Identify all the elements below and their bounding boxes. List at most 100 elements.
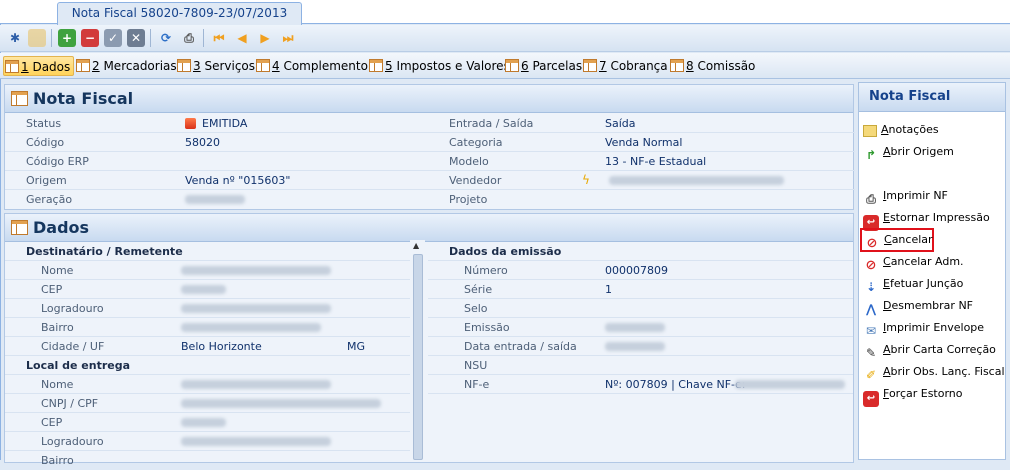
nota-fiscal-header: Nota Fiscal	[5, 85, 853, 113]
redacted-value	[735, 380, 845, 389]
action-abrir-carta-correcao[interactable]: ✎ Abrir Carta Correção	[863, 340, 996, 360]
tab-servicos[interactable]: 3 Serviços	[177, 56, 255, 76]
tab-mercadorias[interactable]: 2 Mercadorias	[76, 56, 177, 76]
first-record-icon[interactable]: ⏮	[210, 29, 228, 47]
scrollbar-thumb[interactable]	[413, 254, 423, 460]
redacted-value	[181, 399, 381, 408]
next-record-icon[interactable]: ▶	[256, 29, 274, 47]
redacted-value	[181, 437, 331, 446]
last-record-icon[interactable]: ⏭	[279, 29, 297, 47]
row-cidade-uf: Cidade / UF Belo Horizonte MG	[5, 337, 410, 356]
row-status: Status EMITIDA Entrada / Saída Saída	[5, 114, 855, 133]
row-codigo-erp: Código ERP Modelo 13 - NF-e Estadual	[5, 152, 855, 171]
cancel-icon[interactable]: ✕	[127, 29, 145, 47]
grid-icon	[76, 59, 90, 72]
previous-record-icon[interactable]: ◀	[233, 29, 251, 47]
row-geracao: Geração Projeto	[26, 193, 488, 206]
new-icon[interactable]: ✱	[6, 29, 24, 47]
redacted-value	[609, 176, 784, 185]
row-data-entrada-saida: Data entrada / saída	[428, 337, 853, 356]
toolbar-separator	[51, 29, 52, 47]
tab-impostos-valores[interactable]: 5 Impostos e Valores	[369, 56, 510, 76]
tab-cobranca[interactable]: 7 Cobrança	[583, 56, 668, 76]
grid-icon	[670, 59, 684, 72]
grid-icon	[5, 60, 19, 73]
grid-icon	[11, 91, 28, 106]
undo-icon: ↩	[863, 391, 879, 407]
pencil-icon: ✎	[865, 346, 877, 360]
redacted-value	[181, 304, 331, 313]
row-cep-entrega: CEP	[5, 413, 410, 432]
split-icon: ⋀	[865, 302, 877, 316]
section-destinatario: Destinatário / Remetente	[5, 242, 410, 261]
document-tab-strip: Nota Fiscal 58020-7809-23/07/2013	[0, 0, 1010, 25]
row-cnpj: CNPJ / CPF	[5, 394, 410, 413]
redacted-value	[185, 195, 245, 204]
add-icon[interactable]: +	[58, 29, 76, 47]
row-nsu: NSU	[428, 356, 853, 375]
row-origem: Origem Venda nº "015603" Vendedor ϟ	[5, 171, 855, 190]
grid-icon	[177, 59, 191, 72]
action-efetuar-juncao[interactable]: ⇣ Efetuar Junção	[863, 274, 963, 294]
redacted-value	[181, 266, 331, 275]
redacted-value	[181, 380, 331, 389]
section-emissao: Dados da emissão	[428, 242, 853, 261]
refresh-icon[interactable]: ⟳	[157, 29, 175, 47]
action-estornar-impressao[interactable]: ↩ Estornar Impressão	[863, 208, 990, 231]
row-nome-entrega: Nome	[5, 375, 410, 394]
row-serie: Série 1	[428, 280, 853, 299]
action-anotacoes[interactable]: Anotações	[863, 120, 939, 140]
action-forcar-estorno[interactable]: ↩ Forçar Estorno	[863, 384, 963, 407]
section-tabs: 1 Dados 2 Mercadorias 3 Serviços 4 Compl…	[0, 53, 1010, 79]
document-tab[interactable]: Nota Fiscal 58020-7809-23/07/2013	[57, 2, 302, 25]
grid-icon	[11, 220, 28, 235]
row-cep: CEP	[5, 280, 410, 299]
action-imprimir-nf[interactable]: ⎙ Imprimir NF	[863, 186, 948, 206]
grid-icon	[583, 59, 597, 72]
status-icon	[185, 118, 196, 129]
confirm-icon[interactable]: ✓	[104, 29, 122, 47]
print-icon[interactable]: ⎙	[180, 29, 198, 47]
redacted-value	[181, 285, 226, 294]
section-local-entrega: Local de entrega	[5, 356, 410, 375]
row-bairro: Bairro	[5, 318, 410, 337]
arrow-forward-icon: ↱	[865, 148, 877, 162]
envelope-icon: ✉	[865, 324, 877, 338]
dados-header: Dados	[5, 214, 853, 242]
nota-fiscal-panel: Nota Fiscal Status EMITIDA Entrada / Saí…	[4, 84, 855, 210]
tab-dados[interactable]: 1 Dados	[3, 56, 75, 76]
action-cancelar[interactable]: ⊘ Cancelar	[860, 228, 934, 252]
action-cancelar-adm[interactable]: ⊘ Cancelar Adm.	[863, 252, 964, 273]
merge-icon: ⇣	[865, 280, 877, 294]
row-logradouro-entrega: Logradouro	[5, 432, 410, 451]
action-abrir-obs-lanc-fiscal[interactable]: ✐ Abrir Obs. Lanç. Fiscal	[863, 362, 1005, 382]
row-codigo: Código 58020 Categoria Venda Normal	[5, 133, 855, 152]
scroll-up-icon[interactable]: ▲	[413, 241, 419, 250]
lock-icon[interactable]	[28, 29, 46, 47]
row-logradouro: Logradouro	[5, 299, 410, 318]
toolbar-separator	[203, 29, 204, 47]
vertical-scrollbar[interactable]: ▲	[410, 240, 425, 460]
row-selo: Selo	[428, 299, 853, 318]
grid-icon	[369, 59, 383, 72]
sidebar-title: Nota Fiscal	[859, 83, 1005, 112]
prohibited-icon: ⊘	[866, 236, 878, 251]
row-emissao: Emissão	[428, 318, 853, 337]
toolbar: ✱ + − ✓ ✕ ⟳ ⎙ ⏮ ◀ ▶ ⏭	[0, 25, 1010, 52]
dados-panel: Dados Destinatário / Remetente Nome CEP …	[4, 213, 854, 467]
actions-sidebar: Nota Fiscal Anotações ↱ Abrir Origem ⎙ Imp…	[858, 82, 1006, 460]
action-imprimir-envelope[interactable]: ✉ Imprimir Envelope	[863, 318, 984, 338]
notes-icon	[863, 125, 877, 137]
prohibited-icon: ⊘	[865, 258, 877, 273]
printer-icon: ⎙	[866, 192, 876, 206]
remove-icon[interactable]: −	[81, 29, 99, 47]
tab-parcelas[interactable]: 6 Parcelas	[505, 56, 582, 76]
action-desmembrar-nf[interactable]: ⋀ Desmembrar NF	[863, 296, 973, 316]
redacted-value	[605, 342, 665, 351]
action-abrir-origem[interactable]: ↱ Abrir Origem	[863, 142, 954, 162]
tab-comissao[interactable]: 8 Comissão	[670, 56, 755, 76]
lightning-icon[interactable]: ϟ	[582, 171, 590, 189]
tab-complemento[interactable]: 4 Complemento	[256, 56, 368, 76]
row-bairro-entrega: Bairro	[41, 454, 74, 467]
row-nfe: NF-e Nº: 007809 | Chave NF-e:	[428, 375, 853, 394]
